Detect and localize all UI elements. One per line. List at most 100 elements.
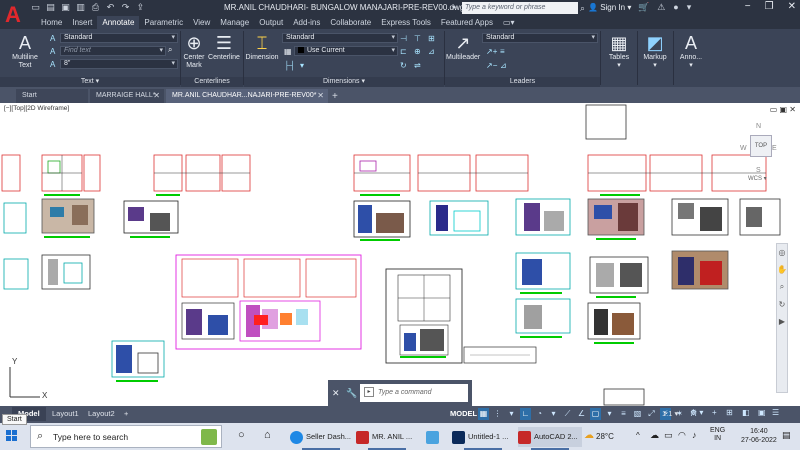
tab-home[interactable]: Home [36, 16, 67, 29]
polar-dropdown-icon[interactable]: ▾ [548, 408, 559, 420]
osnap-dropdown-icon[interactable]: ▾ [604, 408, 615, 420]
autodesk-a360-icon[interactable]: ⚠ [657, 2, 665, 13]
selection-cycling-icon[interactable]: ⤢ [646, 408, 657, 420]
dim-oblique-icon[interactable]: ⊿ [428, 47, 435, 56]
annotation-scaling-button[interactable]: A Anno... ▾ [674, 32, 708, 86]
taskbar-app-seller-dash[interactable]: Seller Dash... [290, 427, 352, 450]
drawing-canvas[interactable]: [−][Top][2D Wireframe] ▭ ▣ ✕ Y X N W E S… [0, 103, 800, 406]
showmotion-icon[interactable]: ▶ [777, 317, 787, 326]
battery-icon[interactable]: ▭ [664, 430, 673, 441]
exchange-cart-icon[interactable]: 🛒 [638, 2, 649, 13]
close-tab-icon[interactable]: ✕ [153, 89, 160, 103]
clean-screen-icon[interactable]: ▣ [758, 408, 766, 417]
tab-manage[interactable]: Manage [215, 16, 254, 29]
tab-add-ins[interactable]: Add-ins [288, 16, 325, 29]
object-track-icon[interactable]: ∠ [576, 408, 587, 420]
markup-button[interactable]: ◩ Markup ▾ [638, 32, 672, 86]
compass-west[interactable]: W [740, 145, 747, 152]
tray-overflow-icon[interactable]: ^ [636, 431, 640, 440]
tab-express-tools[interactable]: Express Tools [376, 16, 436, 29]
wifi-icon[interactable]: ◠ [678, 430, 686, 441]
viewport-controls-label[interactable]: [−][Top][2D Wireframe] [4, 105, 69, 112]
close-icon[interactable]: ✕ [788, 1, 796, 12]
help-search-input[interactable]: Type a keyword or phrase [462, 2, 578, 14]
mleader-style-select[interactable]: Standard [482, 33, 598, 43]
ortho-icon[interactable]: ∟ [520, 408, 531, 420]
viewcube[interactable]: N W E S TOP WCS ▾ [740, 123, 790, 183]
open-folder-icon[interactable]: ▤ [45, 2, 56, 13]
save-as-icon[interactable]: ▥ [75, 2, 86, 13]
save-icon[interactable]: ▣ [60, 2, 71, 13]
help-icon[interactable]: ● [673, 2, 678, 13]
tables-button[interactable]: ▦ Tables ▾ [602, 32, 636, 86]
dim-inspect-icon[interactable]: ⊞ [428, 34, 435, 43]
help-dropdown-icon[interactable]: ▾ [687, 2, 692, 13]
close-tab-icon[interactable]: ✕ [317, 89, 324, 103]
weather-icon[interactable]: ☁ [584, 430, 594, 441]
notifications-icon[interactable]: ▤ [782, 430, 791, 441]
find-text-input[interactable]: Find text [60, 46, 166, 56]
workspace-gear-icon[interactable]: ⚙ ▾ [690, 408, 703, 417]
compass-south[interactable]: S [756, 167, 761, 174]
orbit-icon[interactable]: ↻ [777, 300, 787, 309]
tab-insert[interactable]: Insert [67, 16, 97, 29]
file-tab-marraige-hall[interactable]: MARRAIGE HALL* ✕ [90, 89, 164, 103]
command-input[interactable]: Type a command [360, 384, 468, 402]
dim-update-icon[interactable]: ↻ [400, 61, 407, 70]
navigation-bar[interactable]: ◎ ✋ ⌕ ↻ ▶ [776, 243, 788, 393]
model-space-toggle[interactable]: MODEL [450, 409, 477, 418]
undo-icon[interactable]: ↶ [105, 2, 116, 13]
autocad-logo[interactable]: A [2, 1, 24, 29]
volume-icon[interactable]: ♪ [692, 430, 697, 440]
file-explorer-icon[interactable]: ⌂ [264, 429, 271, 441]
multileader-button[interactable]: ↗ Multileader [446, 32, 480, 62]
add-scale-icon[interactable]: + [712, 408, 717, 417]
layout-tab-layout2[interactable]: Layout2 [82, 407, 121, 421]
remove-leader-icon[interactable]: ↗− [486, 61, 497, 70]
restore-icon[interactable]: ❐ [765, 1, 774, 12]
tab-output[interactable]: Output [254, 16, 288, 29]
isolate-objects-icon[interactable]: ⊞ [726, 408, 733, 417]
customization-menu-icon[interactable]: ☰ [772, 408, 779, 417]
dim-tolerance-icon[interactable]: ⊏ [400, 47, 407, 56]
text-height-select[interactable]: 8" [60, 59, 178, 69]
center-mark-button[interactable]: ⊕ Center Mark [182, 32, 206, 70]
align-leader-icon[interactable]: ≡ [500, 47, 505, 56]
weather-temperature[interactable]: 28°C [596, 432, 614, 441]
close-command-line-icon[interactable]: ✕ [332, 388, 340, 399]
minimize-icon[interactable]: − [745, 1, 751, 12]
print-icon[interactable]: ⎙ [90, 2, 101, 13]
dim-reassociate-icon[interactable]: ⇌ [414, 61, 421, 70]
text-style-select[interactable]: Standard [60, 33, 178, 43]
dim-style-select[interactable]: Standard [282, 33, 398, 43]
snap-dropdown-icon[interactable]: ▾ [506, 408, 517, 420]
wcs-menu[interactable]: WCS ▾ [748, 175, 767, 182]
osnap-icon[interactable]: ▢ [590, 408, 601, 420]
compass-east[interactable]: E [772, 145, 777, 152]
new-tab-icon[interactable]: + [332, 91, 338, 102]
dimension-button[interactable]: ⌶ Dimension [244, 32, 280, 62]
add-layout-icon[interactable]: + [118, 407, 134, 421]
find-search-icon[interactable]: ⌕ [168, 45, 172, 55]
isodraft-icon[interactable]: ⟋ [562, 408, 573, 420]
tab-view[interactable]: View [188, 16, 215, 29]
input-language[interactable]: ENG IN [710, 427, 725, 443]
taskbar-app-photoshop[interactable]: Untitled-1 ... [452, 427, 514, 450]
tab-featured-apps[interactable]: Featured Apps [436, 16, 498, 29]
snap-icon[interactable]: ⋮ [492, 408, 503, 420]
ribbon-minimize-icon[interactable]: ▭▾ [498, 16, 520, 29]
dim-break-icon[interactable]: ⊣ [400, 34, 407, 43]
collect-leader-icon[interactable]: ⊿ [500, 61, 507, 70]
taskbar-app-autocad[interactable]: AutoCAD 2... [518, 427, 582, 450]
search-expand-icon[interactable]: ▸ [453, 3, 457, 11]
panel-title-dimensions[interactable]: Dimensions ▾ [244, 77, 444, 87]
grid-icon[interactable]: ▦ [478, 408, 489, 420]
tab-collaborate[interactable]: Collaborate [325, 16, 376, 29]
layout-tab-layout1[interactable]: Layout1 [46, 407, 85, 421]
annotation-scale-select[interactable]: 1:1 ▾ [662, 409, 678, 418]
dim-adjust-icon[interactable]: ⊤ [414, 34, 421, 43]
zoom-icon[interactable]: ⌕ [777, 282, 787, 292]
windows-start-icon[interactable] [6, 430, 18, 442]
dim-continue-icon[interactable]: ├┤ [284, 61, 295, 70]
tab-parametric[interactable]: Parametric [139, 16, 188, 29]
